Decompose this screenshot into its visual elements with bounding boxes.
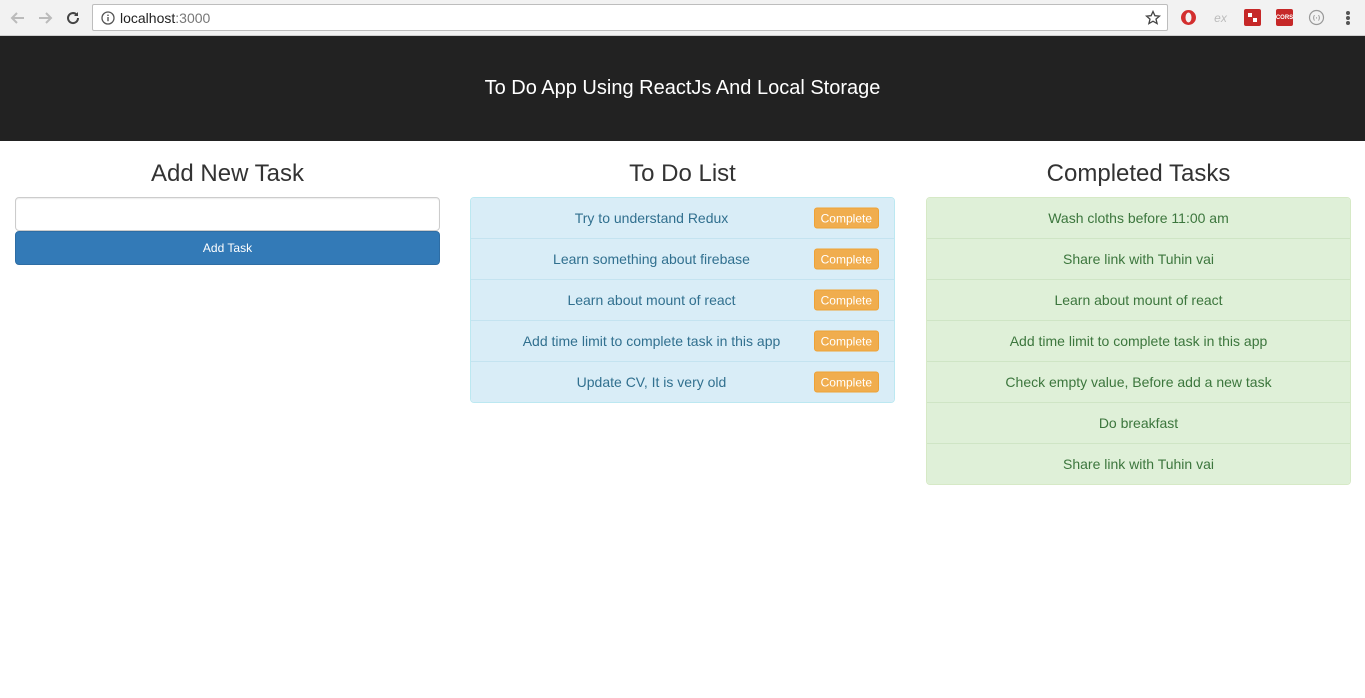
task-input[interactable]: [15, 197, 440, 231]
url-port: :3000: [175, 9, 211, 26]
address-bar[interactable]: localhost:3000: [92, 4, 1168, 31]
todo-item: Try to understand Redux Complete: [471, 198, 894, 238]
complete-button[interactable]: Complete: [813, 330, 879, 352]
complete-button[interactable]: Complete: [813, 289, 879, 311]
menu-dot: [1346, 11, 1350, 15]
main-content: Add New Task Add Task To Do List Try to …: [0, 141, 1365, 698]
reload-button[interactable]: [60, 5, 86, 31]
forward-arrow-icon: [39, 12, 53, 24]
back-arrow-icon: [10, 12, 24, 24]
forward-button[interactable]: [32, 5, 58, 31]
back-button[interactable]: [5, 5, 31, 31]
completed-item-text: Share link with Tuhin vai: [1063, 456, 1214, 472]
url-host: localhost: [120, 9, 176, 26]
url-text: localhost:3000: [120, 10, 210, 26]
complete-button[interactable]: Complete: [813, 207, 879, 229]
add-task-button[interactable]: Add Task: [15, 231, 440, 265]
todo-item-text: Try to understand Redux: [574, 210, 729, 226]
completed-item: Wash cloths before 11:00 am: [927, 198, 1350, 238]
completed-item-text: Check empty value, Before add a new task: [1005, 374, 1272, 390]
menu-dot: [1346, 16, 1350, 20]
completed-heading: Completed Tasks: [1046, 160, 1231, 187]
todo-heading: To Do List: [629, 160, 736, 187]
todo-item: Learn something about firebase Complete: [471, 238, 894, 279]
info-icon[interactable]: [100, 10, 116, 26]
todo-item-text: Learn something about firebase: [553, 251, 750, 267]
todo-panel: To Do List Try to understand Redux Comple…: [470, 141, 895, 403]
todo-item: Update CV, It is very old Complete: [471, 361, 894, 402]
add-task-heading: Add New Task: [151, 160, 304, 187]
complete-button[interactable]: Complete: [813, 248, 879, 270]
browser-menu-icon[interactable]: [1340, 9, 1356, 27]
completed-item-text: Share link with Tuhin vai: [1063, 251, 1214, 267]
reload-icon: [67, 12, 80, 25]
browser-toolbar: localhost:3000 ex CORS (·): [0, 0, 1365, 36]
completed-item-text: Learn about mount of react: [1054, 292, 1223, 308]
bookmark-star-icon[interactable]: [1143, 8, 1163, 28]
circle-extension-icon[interactable]: (·): [1308, 9, 1325, 26]
completed-item-text: Wash cloths before 11:00 am: [1048, 210, 1229, 226]
completed-panel: Completed Tasks Wash cloths before 11:00…: [926, 141, 1351, 485]
completed-item: Share link with Tuhin vai: [927, 443, 1350, 484]
add-task-panel: Add New Task Add Task: [15, 141, 440, 265]
ex-icon[interactable]: ex: [1212, 9, 1229, 26]
completed-item-text: Add time limit to complete task in this …: [1009, 333, 1268, 349]
todo-list: Try to understand Redux Complete Learn som…: [470, 197, 895, 403]
todo-item: Learn about mount of react Complete: [471, 279, 894, 320]
completed-item: Do breakfast: [927, 402, 1350, 443]
cors-icon[interactable]: CORS: [1276, 9, 1293, 26]
menu-dot: [1346, 21, 1350, 25]
todo-item: Add time limit to complete task in this …: [471, 320, 894, 361]
completed-item: Learn about mount of react: [927, 279, 1350, 320]
completed-item: Check empty value, Before add a new task: [927, 361, 1350, 402]
completed-list: Wash cloths before 11:00 am Share link wi…: [926, 197, 1351, 485]
app-header: To Do App Using ReactJs And Local Storag…: [0, 36, 1365, 141]
red-extension-icon[interactable]: [1244, 9, 1261, 26]
todo-item-text: Update CV, It is very old: [576, 374, 727, 390]
todo-item-text: Add time limit to complete task in this …: [522, 333, 781, 349]
completed-item-text: Do breakfast: [1098, 415, 1179, 431]
completed-item: Share link with Tuhin vai: [927, 238, 1350, 279]
svg-text:(·): (·): [1313, 15, 1321, 22]
app-title: To Do App Using ReactJs And Local Storag…: [484, 77, 881, 99]
complete-button[interactable]: Complete: [813, 371, 879, 393]
completed-item: Add time limit to complete task in this …: [927, 320, 1350, 361]
opera-icon[interactable]: [1180, 9, 1197, 26]
todo-item-text: Learn about mount of react: [567, 292, 736, 308]
